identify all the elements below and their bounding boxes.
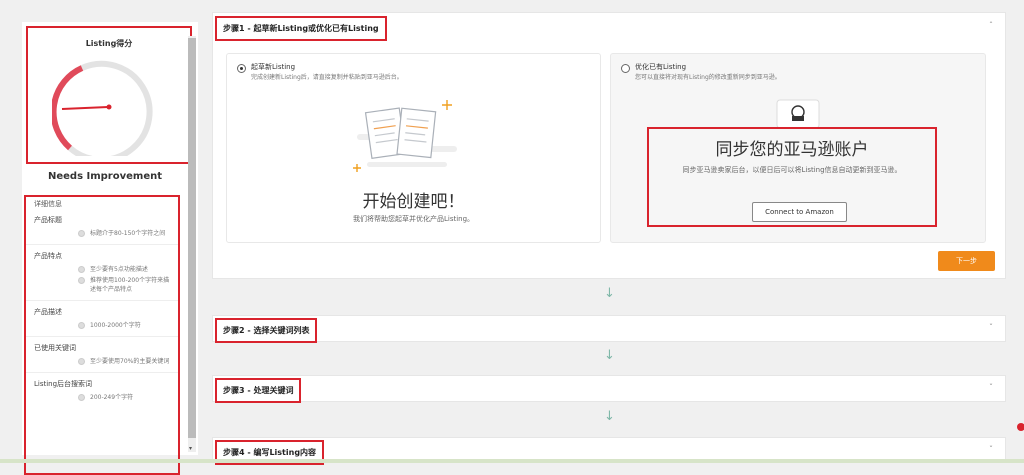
status-dot-icon xyxy=(78,394,85,401)
details-title: 详细信息 xyxy=(34,200,62,208)
start-headline: 开始创建吧！ xyxy=(362,192,465,212)
step3-title[interactable]: 步骤3 - 处理关键词 xyxy=(215,378,302,403)
criteria-group-title: 产品标题 标题介于80-150个字符之间 xyxy=(26,209,178,245)
chevron-down-icon[interactable]: ˇ xyxy=(989,323,993,332)
notification-dot-icon[interactable] xyxy=(1017,423,1024,431)
step1-title[interactable]: 步骤1 - 起草新Listing或优化已有Listing xyxy=(215,16,387,41)
gauge-track xyxy=(68,60,153,156)
gauge-needle xyxy=(61,106,109,110)
score-gauge xyxy=(52,60,153,156)
step3-card[interactable]: 步骤3 - 处理关键词 ˇ xyxy=(212,375,1006,403)
criteria-group-features: 产品特点 至少要有5点功能描述 推荐使用100-200个字符来描述每个产品特点 xyxy=(26,245,178,301)
sidebar-scrollbar[interactable]: ▾ xyxy=(188,36,196,452)
criteria-heading: 已使用关键词 xyxy=(34,344,76,352)
criteria-text: 标题介于80-150个字符之间 xyxy=(90,230,166,237)
score-status-label: Needs Improvement xyxy=(47,171,163,182)
option-existing-listing[interactable]: 优化已有Listing 您可以直接将对现有Listing的修改重新同步到亚马逊。… xyxy=(610,53,986,243)
chevron-up-icon[interactable]: ˆ xyxy=(989,21,993,30)
criteria-heading: 产品特点 xyxy=(34,252,62,260)
scroll-down-icon[interactable]: ▾ xyxy=(189,445,192,452)
criteria-item: 200-249个字符 xyxy=(78,393,170,402)
criteria-item: 1000-2000个字符 xyxy=(78,321,170,330)
connect-amazon-button[interactable]: Connect to Amazon xyxy=(752,202,847,222)
chevron-down-icon[interactable]: ˇ xyxy=(989,445,993,454)
criteria-text: 至少要使用70%的主要关键词 xyxy=(90,358,170,365)
criteria-text: 至少要有5点功能描述 xyxy=(90,266,148,273)
down-arrow-icon: ↓ xyxy=(604,286,615,301)
scrollbar-thumb[interactable] xyxy=(188,38,196,438)
criteria-item: 至少要使用70%的主要关键词 xyxy=(78,357,170,366)
criteria-heading: 产品描述 xyxy=(34,308,62,316)
gauge-pivot xyxy=(106,104,112,110)
down-arrow-icon: ↓ xyxy=(604,348,615,363)
listing-score-sidebar: Listing得分 Needs Improvement 详细信息 产品标题 标题… xyxy=(22,22,198,475)
step1-card: 步骤1 - 起草新Listing或优化已有Listing ˆ 起草新Listin… xyxy=(212,12,1006,279)
chevron-down-icon[interactable]: ˇ xyxy=(989,383,993,392)
option-new-listing[interactable]: 起草新Listing 完成创建新Listing后，请直接复制并粘贴到亚马逊后台。 xyxy=(226,53,601,243)
status-dot-icon xyxy=(78,358,85,365)
criteria-heading: Listing后台搜索词 xyxy=(34,380,93,388)
option-desc: 您可以直接将对现有Listing的修改重新同步到亚马逊。 xyxy=(635,74,781,81)
down-arrow-icon: ↓ xyxy=(604,409,615,424)
score-panel: Listing得分 xyxy=(26,26,192,164)
amazon-store-icon xyxy=(776,99,820,129)
sync-subtext: 同步亚马逊卖家后台，以便日后可以将Listing信息自动更新到亚马逊。 xyxy=(682,166,902,174)
step2-card[interactable]: 步骤2 - 选择关键词列表 ˇ xyxy=(212,315,1006,343)
criteria-text: 推荐使用100-200个字符来描述每个产品特点 xyxy=(90,277,170,293)
bottom-strip xyxy=(0,459,1024,463)
status-dot-icon xyxy=(78,322,85,329)
status-dot-icon xyxy=(78,230,85,237)
score-details-panel: 详细信息 产品标题 标题介于80-150个字符之间 产品特点 至少要有5点功能描… xyxy=(24,195,180,475)
criteria-group-search-terms: Listing后台搜索词 200-249个字符 xyxy=(26,373,178,408)
criteria-group-description: 产品描述 1000-2000个字符 xyxy=(26,301,178,337)
option-title: 起草新Listing xyxy=(251,63,296,71)
option-desc: 完成创建新Listing后，请直接复制并粘贴到亚马逊后台。 xyxy=(251,74,403,81)
criteria-item: 推荐使用100-200个字符来描述每个产品特点 xyxy=(78,276,170,294)
criteria-group-keywords: 已使用关键词 至少要使用70%的主要关键词 xyxy=(26,337,178,373)
status-dot-icon xyxy=(78,266,85,273)
step2-title[interactable]: 步骤2 - 选择关键词列表 xyxy=(215,318,318,343)
criteria-heading: 产品标题 xyxy=(34,216,62,224)
sync-account-box: 同步您的亚马逊账户 同步亚马逊卖家后台，以便日后可以将Listing信息自动更新… xyxy=(647,127,937,227)
start-subtext: 我们将帮助您起草并优化产品Listing。 xyxy=(352,215,475,223)
next-step-button[interactable]: 下一步 xyxy=(938,251,995,271)
sync-headline: 同步您的亚马逊账户 xyxy=(715,140,869,160)
status-dot-icon xyxy=(78,277,85,284)
option-title: 优化已有Listing xyxy=(635,63,687,71)
documents-illustration-icon xyxy=(353,100,457,172)
criteria-text: 200-249个字符 xyxy=(90,394,134,401)
criteria-item: 标题介于80-150个字符之间 xyxy=(78,229,170,238)
criteria-item: 至少要有5点功能描述 xyxy=(78,265,170,274)
criteria-text: 1000-2000个字符 xyxy=(90,322,141,329)
existing-listing-radio[interactable] xyxy=(621,64,630,73)
new-listing-radio[interactable] xyxy=(237,64,246,73)
score-title: Listing得分 xyxy=(85,39,133,48)
